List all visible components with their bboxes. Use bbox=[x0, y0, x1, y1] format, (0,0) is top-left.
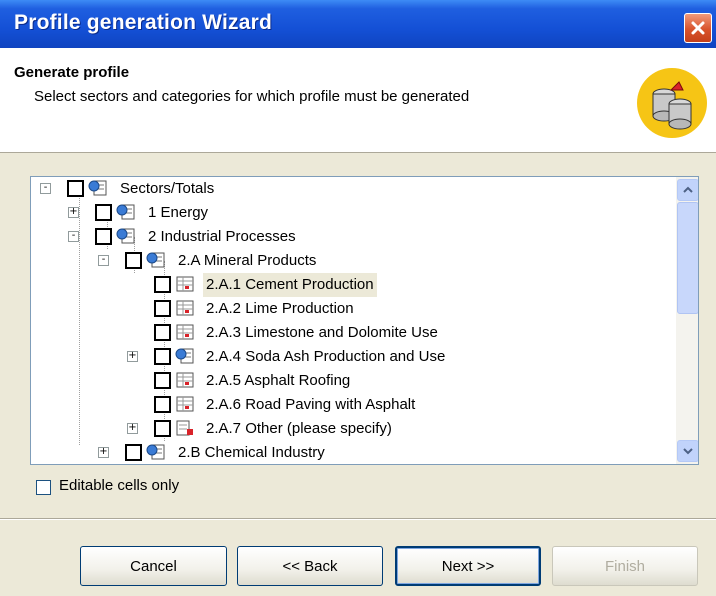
tree-node-label: 2.A.5 Asphalt Roofing bbox=[206, 372, 351, 389]
header-subtitle: Select sectors and categories for which … bbox=[34, 88, 470, 105]
scroll-down-button[interactable] bbox=[677, 440, 698, 462]
expand-toggle[interactable]: + bbox=[127, 351, 138, 362]
close-icon bbox=[691, 21, 705, 35]
table-icon bbox=[175, 299, 195, 317]
cancel-button-label: Cancel bbox=[130, 557, 177, 575]
tree-node-label: 2.A Mineral Products bbox=[178, 252, 317, 269]
editable-cells-label[interactable]: Editable cells only bbox=[59, 477, 179, 494]
sector-icon bbox=[116, 203, 136, 221]
other-icon bbox=[175, 419, 195, 437]
table-icon bbox=[175, 395, 195, 413]
table-icon bbox=[175, 275, 195, 293]
table-icon bbox=[175, 323, 195, 341]
tree-node-label: Sectors/Totals bbox=[120, 180, 215, 197]
collapse-toggle[interactable]: - bbox=[98, 255, 109, 266]
node-checkbox[interactable] bbox=[154, 276, 171, 293]
cancel-button[interactable]: Cancel bbox=[80, 546, 227, 586]
title-bar[interactable]: Profile generation Wizard bbox=[0, 0, 716, 48]
sector-icon bbox=[116, 227, 136, 245]
tree-scrollbar[interactable] bbox=[676, 177, 698, 464]
wizard-header: Generate profile Select sectors and cate… bbox=[0, 48, 716, 153]
sector-icon bbox=[146, 443, 166, 461]
node-checkbox[interactable] bbox=[154, 348, 171, 365]
node-checkbox[interactable] bbox=[125, 444, 142, 461]
back-button-label: << Back bbox=[282, 557, 338, 575]
sector-icon bbox=[146, 251, 166, 269]
database-icon bbox=[637, 68, 707, 138]
close-button[interactable] bbox=[684, 13, 712, 43]
node-checkbox[interactable] bbox=[154, 372, 171, 389]
node-checkbox[interactable] bbox=[67, 180, 84, 197]
node-checkbox[interactable] bbox=[154, 324, 171, 341]
scroll-thumb[interactable] bbox=[677, 202, 698, 314]
tree-node-label: 2.B Chemical Industry bbox=[178, 444, 325, 461]
sector-tree[interactable]: - Sectors/Totals + 1 Energy - 2 Industri… bbox=[30, 176, 699, 465]
tree-node-label: 2.A.1 Cement Production bbox=[203, 273, 377, 297]
back-button[interactable]: << Back bbox=[237, 546, 383, 586]
tree-content: - Sectors/Totals + 1 Energy - 2 Industri… bbox=[31, 177, 675, 464]
next-button-label: Next >> bbox=[441, 557, 495, 575]
window-title: Profile generation Wizard bbox=[14, 11, 273, 34]
scroll-up-button[interactable] bbox=[677, 179, 698, 201]
node-checkbox[interactable] bbox=[95, 204, 112, 221]
node-checkbox[interactable] bbox=[95, 228, 112, 245]
node-checkbox[interactable] bbox=[154, 396, 171, 413]
node-checkbox[interactable] bbox=[154, 300, 171, 317]
tree-node-label: 2.A.7 Other (please specify) bbox=[206, 420, 392, 437]
expand-toggle[interactable]: + bbox=[98, 447, 109, 458]
tree-node-label: 2.A.6 Road Paving with Asphalt bbox=[206, 396, 416, 413]
table-icon bbox=[175, 371, 195, 389]
expand-toggle[interactable]: + bbox=[68, 207, 79, 218]
tree-line bbox=[79, 189, 80, 445]
expand-toggle[interactable]: + bbox=[127, 423, 138, 434]
finish-button[interactable]: Finish bbox=[552, 546, 698, 586]
sector-icon bbox=[175, 347, 195, 365]
next-button[interactable]: Next >> bbox=[395, 546, 541, 586]
tree-node-label: 2 Industrial Processes bbox=[148, 228, 296, 245]
button-separator bbox=[0, 518, 716, 520]
collapse-toggle[interactable]: - bbox=[68, 231, 79, 242]
tree-node-label: 2.A.2 Lime Production bbox=[206, 300, 354, 317]
header-title: Generate profile bbox=[14, 64, 130, 81]
collapse-toggle[interactable]: - bbox=[40, 183, 51, 194]
finish-button-label: Finish bbox=[604, 557, 645, 575]
chevron-down-icon bbox=[683, 448, 693, 455]
node-checkbox[interactable] bbox=[125, 252, 142, 269]
tree-node-label: 2.A.4 Soda Ash Production and Use bbox=[206, 348, 446, 365]
editable-cells-checkbox[interactable] bbox=[36, 480, 51, 495]
tree-node-label: 1 Energy bbox=[148, 204, 209, 221]
sector-icon bbox=[88, 179, 108, 197]
node-checkbox[interactable] bbox=[154, 420, 171, 437]
wizard-window: Profile generation Wizard Generate profi… bbox=[0, 0, 716, 596]
tree-node-label: 2.A.3 Limestone and Dolomite Use bbox=[206, 324, 438, 341]
chevron-up-icon bbox=[683, 186, 693, 193]
